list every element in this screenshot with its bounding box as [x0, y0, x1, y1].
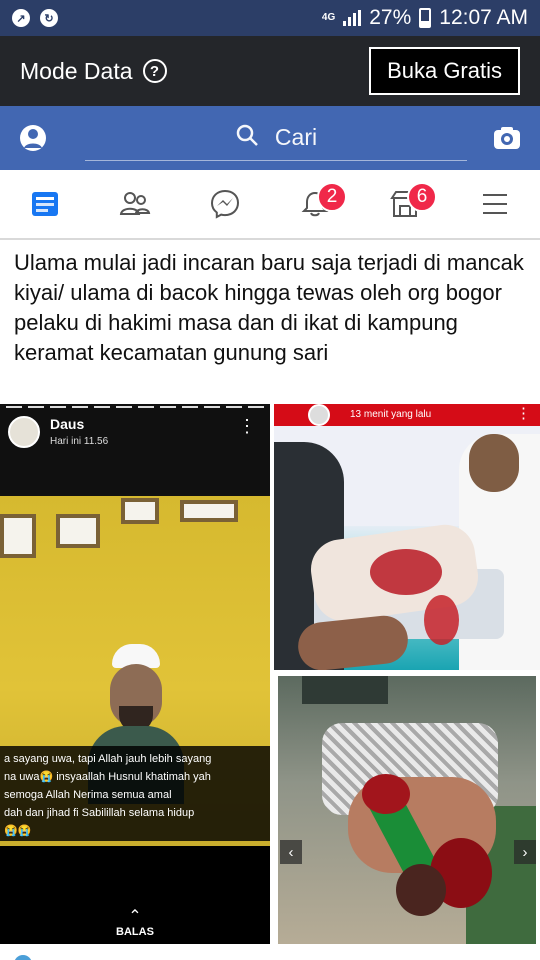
navigation-app-icon: ↗: [12, 9, 30, 27]
status-icons-left: ↗ ↻: [12, 9, 58, 27]
tab-menu[interactable]: [465, 174, 525, 234]
tab-marketplace[interactable]: 6: [375, 174, 437, 234]
battery-percentage: 27%: [369, 6, 412, 29]
main-navigation: 2 6: [0, 170, 540, 240]
data-mode-title: Mode Data: [20, 57, 133, 84]
profile-icon[interactable]: [18, 122, 49, 154]
sync-app-icon: ↻: [40, 9, 58, 27]
post-text: Ulama mulai jadi incaran baru saja terja…: [14, 250, 524, 365]
free-mode-button[interactable]: Buka Gratis: [369, 47, 520, 95]
reply-label: BALAS: [116, 926, 154, 938]
wall-frame: [180, 500, 238, 522]
previous-arrow-icon[interactable]: ‹: [280, 840, 302, 864]
story-progress-bar: [6, 406, 266, 408]
more-options-icon: ⋮: [238, 416, 256, 436]
scene-photo[interactable]: ‹ ›: [278, 676, 536, 944]
signal-icon: [343, 10, 362, 26]
marketplace-count-badge: 6: [407, 182, 437, 212]
wall-frame: [0, 514, 36, 558]
network-type: 4G: [321, 12, 336, 23]
notification-count-badge: 2: [317, 182, 347, 212]
friends-icon: [119, 192, 151, 215]
story-header: Daus Hari ini 11.56 ⋮: [0, 404, 270, 494]
photo-header: 13 menit yang lalu ⋮: [274, 404, 540, 426]
next-post-edge: [0, 944, 540, 960]
wall-frame: [56, 514, 100, 548]
search-header: Cari: [0, 106, 540, 170]
story-footer: ⌃ BALAS: [0, 846, 270, 944]
battery-icon: [419, 8, 432, 28]
messenger-icon: [210, 189, 240, 219]
camera-icon[interactable]: [491, 122, 522, 154]
clock: 12:07 AM: [439, 6, 528, 29]
news-feed-icon: [32, 192, 58, 216]
story-author-name: Daus: [50, 416, 85, 432]
story-avatar: [8, 416, 40, 448]
wall-frame: [121, 498, 159, 524]
photo-avatar: [308, 404, 330, 426]
tab-news-feed[interactable]: [15, 174, 75, 234]
search-placeholder: Cari: [274, 124, 318, 150]
status-icons-right: 4G 27% 12:07 AM: [322, 6, 528, 30]
story-caption: a sayang uwa, tapi Allah jauh lebih saya…: [0, 746, 270, 841]
post-media-grid[interactable]: Daus Hari ini 11.56 ⋮ a sayang uwa, tapi…: [0, 404, 540, 944]
tab-notifications[interactable]: 2: [285, 174, 347, 234]
search-field[interactable]: Cari: [84, 115, 468, 161]
more-options-icon: ⋮: [516, 405, 531, 422]
data-mode-bar: Mode Data ? Buka Gratis: [0, 36, 540, 106]
hamburger-menu-icon: [483, 194, 507, 214]
photo-timestamp: 13 menit yang lalu: [350, 409, 432, 420]
next-arrow-icon[interactable]: ›: [514, 840, 536, 864]
chevron-up-icon: ⌃: [128, 908, 142, 925]
story-time: Hari ini 11.56: [50, 436, 109, 447]
tab-messenger[interactable]: [195, 174, 255, 234]
story-screenshot-image[interactable]: Daus Hari ini 11.56 ⋮ a sayang uwa, tapi…: [0, 404, 270, 944]
status-bar: ↗ ↻ 4G 27% 12:07 AM: [0, 0, 540, 36]
search-icon: [235, 123, 259, 153]
help-icon[interactable]: ?: [142, 59, 167, 83]
hospital-photo[interactable]: 13 menit yang lalu ⋮: [274, 404, 540, 670]
tab-friends[interactable]: [105, 174, 165, 234]
